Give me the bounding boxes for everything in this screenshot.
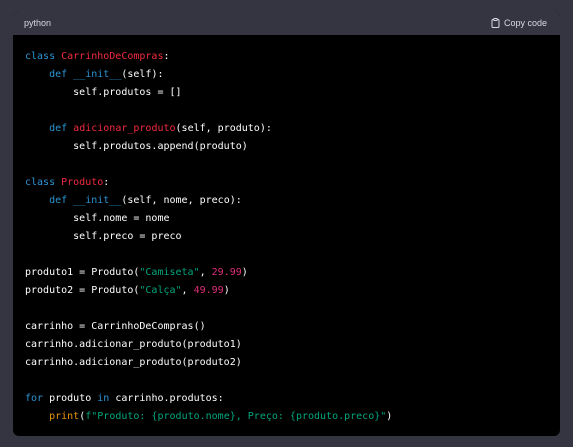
code-token: "Camiseta"	[139, 267, 200, 278]
code-line: carrinho.adicionar_produto(produto1)	[25, 336, 548, 354]
code-line: class Produto:	[25, 174, 548, 192]
code-content: class CarrinhoDeCompras: def __init__(se…	[13, 35, 560, 426]
code-token: carrinho.adicionar_produto(produto1)	[25, 339, 242, 350]
code-token: for	[25, 393, 50, 404]
code-token: )	[386, 411, 393, 422]
code-line: produto1 = Produto("Camiseta", 29.99)	[25, 264, 548, 282]
code-token: (self):	[121, 69, 164, 80]
code-line: class CarrinhoDeCompras:	[25, 48, 548, 66]
code-line: def adicionar_produto(self, produto):	[25, 120, 548, 138]
code-line: self.produtos.append(produto)	[25, 138, 548, 156]
code-token: 29.99	[211, 267, 242, 278]
code-line: def __init__(self):	[25, 66, 548, 84]
code-line: self.nome = nome	[25, 210, 548, 228]
code-token: self.nome = nome	[25, 213, 170, 224]
code-token: class	[25, 177, 62, 188]
code-token: ,	[181, 285, 194, 296]
code-token: (self, produto):	[175, 123, 272, 134]
code-token: ,	[199, 267, 212, 278]
code-token: carrinho = CarrinhoDeCompras()	[25, 321, 206, 332]
clipboard-icon	[491, 18, 500, 28]
code-line: produto2 = Produto("Calça", 49.99)	[25, 282, 548, 300]
code-token: self.produtos.append(produto)	[25, 141, 248, 152]
code-token: __init__	[73, 195, 122, 206]
code-token: (self, nome, preco):	[121, 195, 242, 206]
copy-code-button[interactable]: Copy code	[491, 18, 547, 28]
code-token: def	[25, 69, 74, 80]
code-line: carrinho = CarrinhoDeCompras()	[25, 318, 548, 336]
language-label: python	[24, 18, 52, 28]
code-block-header: python Copy code	[13, 11, 560, 35]
code-token: produto	[49, 393, 98, 404]
copy-code-label: Copy code	[503, 18, 547, 28]
code-line: for produto in carrinho.produtos:	[25, 390, 548, 408]
code-token: produto2 = Produto(	[25, 285, 140, 296]
code-token: in	[97, 393, 116, 404]
code-token: CarrinhoDeCompras	[61, 51, 164, 62]
code-token: carrinho.adicionar_produto(produto2)	[25, 357, 242, 368]
code-token: __init__	[73, 69, 122, 80]
code-token: self.preco = preco	[25, 231, 182, 242]
code-line: self.produtos = []	[25, 84, 548, 102]
code-line: print(f"Produto: {produto.nome}, Preço: …	[25, 408, 548, 426]
code-line: def __init__(self, nome, preco):	[25, 192, 548, 210]
code-token: )	[241, 267, 248, 278]
code-token: carrinho.produtos:	[115, 393, 224, 404]
code-token: "Calça"	[139, 285, 182, 296]
code-token: Produto	[61, 177, 104, 188]
code-token: class	[25, 51, 62, 62]
code-token: self.produtos = []	[25, 87, 182, 98]
code-token: :	[163, 51, 170, 62]
code-token: produto1 = Produto(	[25, 267, 140, 278]
code-line: carrinho.adicionar_produto(produto2)	[25, 354, 548, 372]
code-token: adicionar_produto	[73, 123, 176, 134]
code-token: def	[25, 123, 74, 134]
code-token: print	[49, 411, 80, 422]
code-token: f"Produto: {produto.nome}, Preço: {produ…	[85, 411, 387, 422]
code-token: def	[25, 195, 74, 206]
code-block: python Copy code class CarrinhoDeCompras…	[13, 11, 560, 436]
code-line: self.preco = preco	[25, 228, 548, 246]
code-token: 49.99	[193, 285, 224, 296]
code-token: )	[223, 285, 230, 296]
code-token: :	[103, 177, 110, 188]
